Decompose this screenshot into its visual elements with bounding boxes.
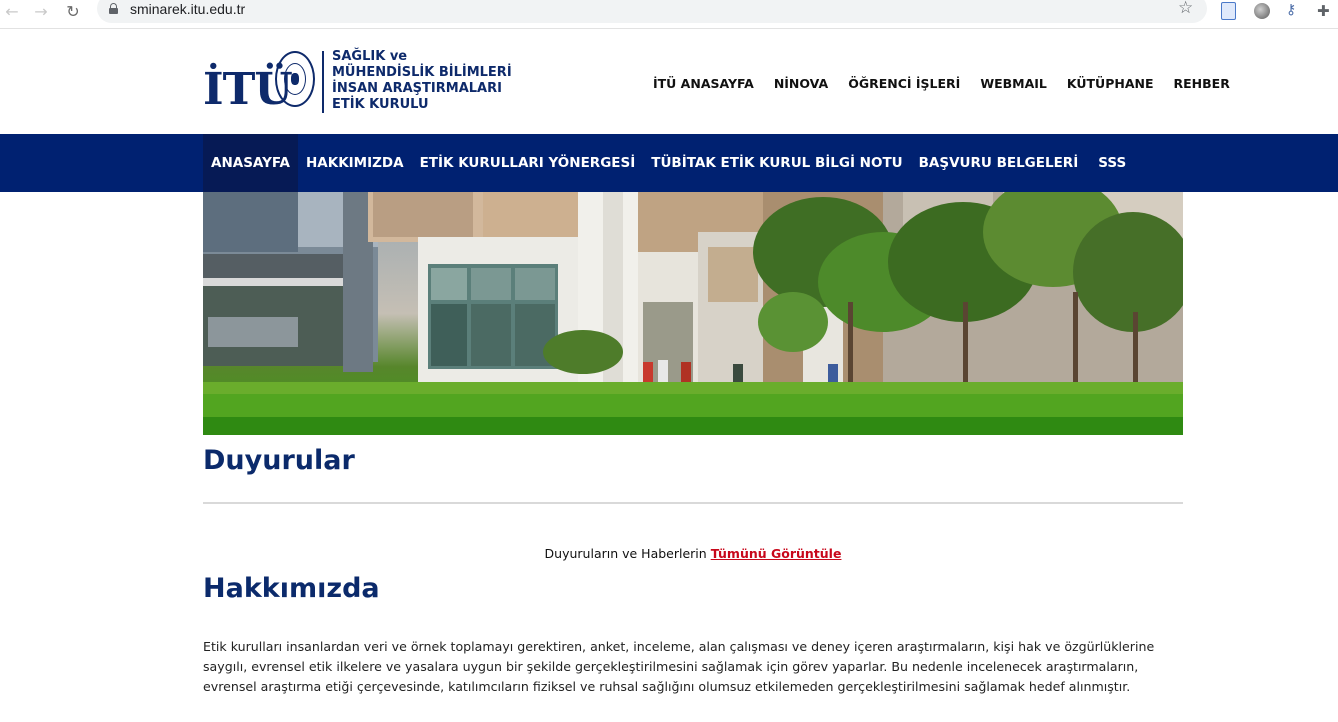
- top-link-rehber[interactable]: REHBER: [1174, 76, 1230, 91]
- extension-circle-icon[interactable]: [1254, 3, 1270, 19]
- announcements-line: Duyuruların ve Haberlerin Tümünü Görüntü…: [203, 546, 1183, 561]
- site-header: İTÜ SAĞLIK ve MÜHENDİSLİK BİLİMLERİ İNSA…: [0, 30, 1338, 134]
- view-all-link[interactable]: Tümünü Görüntüle: [711, 546, 842, 561]
- announcements-heading: Duyurular: [203, 445, 355, 476]
- nav-item-etik-kurullari-yonergesi[interactable]: ETİK KURULLARI YÖNERGESİ: [412, 134, 644, 192]
- committee-name-line: İNSAN ARAŞTIRMALARI: [332, 81, 502, 96]
- top-link-ogrenci-isleri[interactable]: ÖĞRENCİ İŞLERİ: [848, 76, 960, 91]
- university-seal-icon: [275, 51, 315, 107]
- reload-icon[interactable]: ↻: [63, 1, 83, 21]
- top-link-kutuphane[interactable]: KÜTÜPHANE: [1067, 76, 1154, 91]
- committee-name-line: MÜHENDİSLİK BİLİMLERİ: [332, 65, 512, 80]
- section-divider: [203, 502, 1183, 504]
- browser-toolbar: ← → ↻ sminarek.itu.edu.tr ☆ ⚷ ✚: [0, 0, 1338, 29]
- committee-name-line: ETİK KURULU: [332, 97, 429, 112]
- back-icon[interactable]: ←: [2, 1, 22, 21]
- top-link-itu-anasayfa[interactable]: İTÜ ANASAYFA: [653, 76, 754, 91]
- announcements-prefix: Duyuruların ve Haberlerin: [544, 546, 707, 561]
- top-link-webmail[interactable]: WEBMAIL: [980, 76, 1047, 91]
- about-paragraph: Etik kurulları insanlardan veri ve örnek…: [203, 639, 1155, 694]
- url-text[interactable]: sminarek.itu.edu.tr: [130, 1, 245, 17]
- nav-item-sss[interactable]: SSS: [1090, 134, 1134, 192]
- top-link-ninova[interactable]: NİNOVA: [774, 76, 828, 91]
- top-links: İTÜ ANASAYFA NİNOVA ÖĞRENCİ İŞLERİ WEBMA…: [643, 76, 1240, 91]
- lock-icon[interactable]: [109, 3, 118, 14]
- about-heading: Hakkımızda: [203, 573, 380, 604]
- committee-name-line: SAĞLIK ve: [332, 49, 408, 64]
- logo-divider: [322, 51, 324, 113]
- nav-item-basvuru-belgeleri[interactable]: BAŞVURU BELGELERİ: [911, 134, 1087, 192]
- nav-item-tubitak-bilgi-notu[interactable]: TÜBİTAK ETİK KURUL BİLGİ NOTU: [643, 134, 910, 192]
- nav-item-anasayfa[interactable]: ANASAYFA: [203, 134, 298, 192]
- hero-campus-image: [203, 192, 1183, 435]
- star-icon[interactable]: ☆: [1178, 0, 1193, 18]
- nav-item-hakkimizda[interactable]: HAKKIMIZDA: [298, 134, 412, 192]
- committee-name[interactable]: SAĞLIK ve MÜHENDİSLİK BİLİMLERİ İNSAN AR…: [332, 49, 522, 113]
- forward-icon[interactable]: →: [31, 1, 51, 21]
- address-bar[interactable]: sminarek.itu.edu.tr ☆: [97, 0, 1207, 23]
- extension-doc-icon[interactable]: [1221, 2, 1236, 20]
- extension-key-icon[interactable]: ⚷: [1286, 2, 1304, 20]
- puzzle-icon[interactable]: ✚: [1317, 2, 1335, 20]
- main-nav: ANASAYFA HAKKIMIZDA ETİK KURULLARI YÖNER…: [0, 134, 1338, 192]
